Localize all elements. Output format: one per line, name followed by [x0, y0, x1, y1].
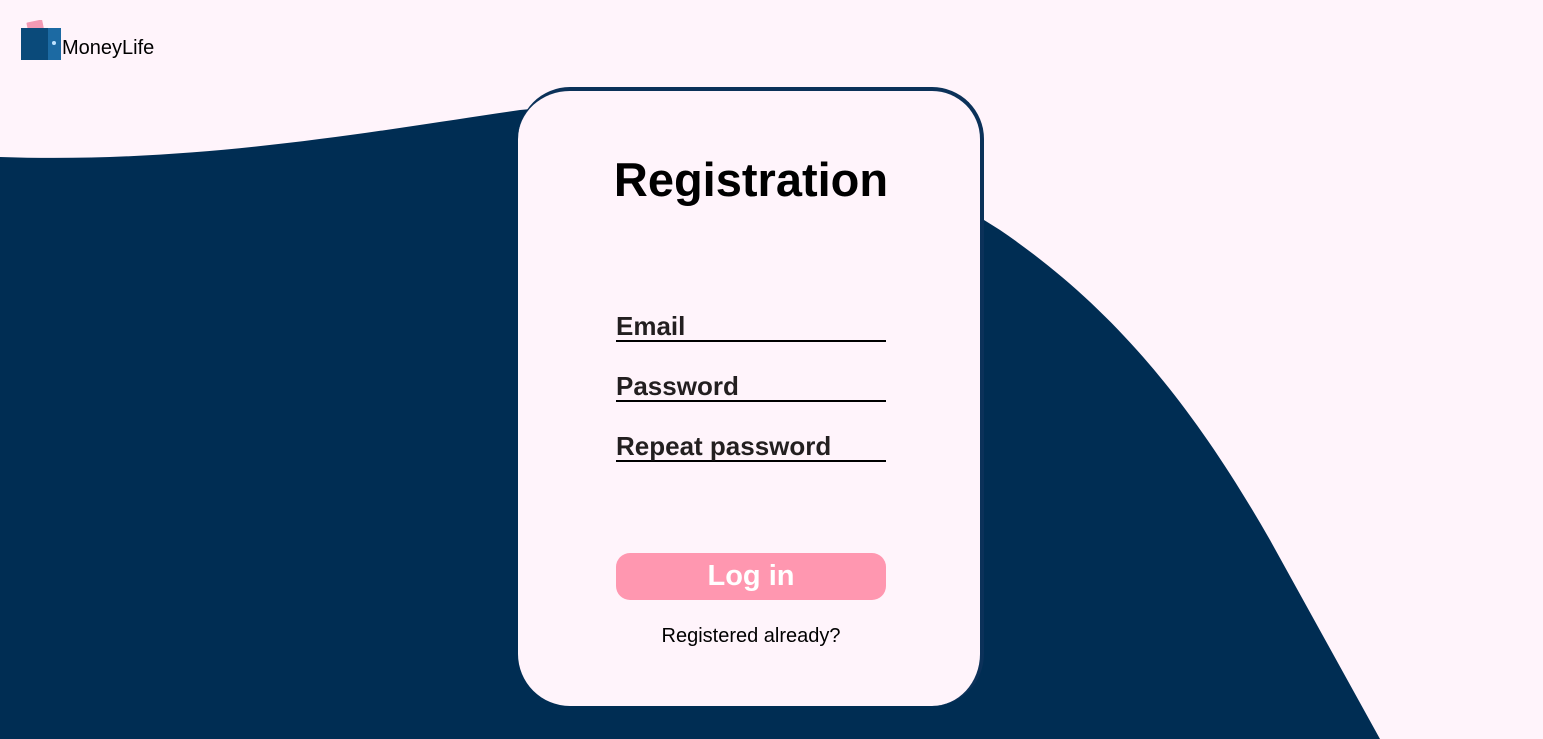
registration-page: MoneyLife Registration Email Password Re… — [0, 0, 1543, 739]
wallet-icon — [21, 20, 61, 60]
email-label: Email — [616, 311, 686, 341]
page-title: Registration — [613, 153, 889, 206]
registration-card: Registration Email Password Repeat passw… — [518, 87, 984, 706]
password-field[interactable]: Password — [616, 366, 886, 402]
email-field[interactable]: Email — [616, 306, 886, 342]
repeat-password-label: Repeat password — [616, 431, 832, 461]
login-button[interactable]: Log in — [616, 553, 886, 600]
password-label: Password — [616, 371, 739, 401]
brand-name: MoneyLife — [62, 37, 155, 59]
registered-already-link[interactable]: Registered already? — [518, 624, 984, 648]
brand[interactable]: MoneyLife — [21, 16, 154, 60]
repeat-password-field[interactable]: Repeat password — [616, 426, 886, 462]
